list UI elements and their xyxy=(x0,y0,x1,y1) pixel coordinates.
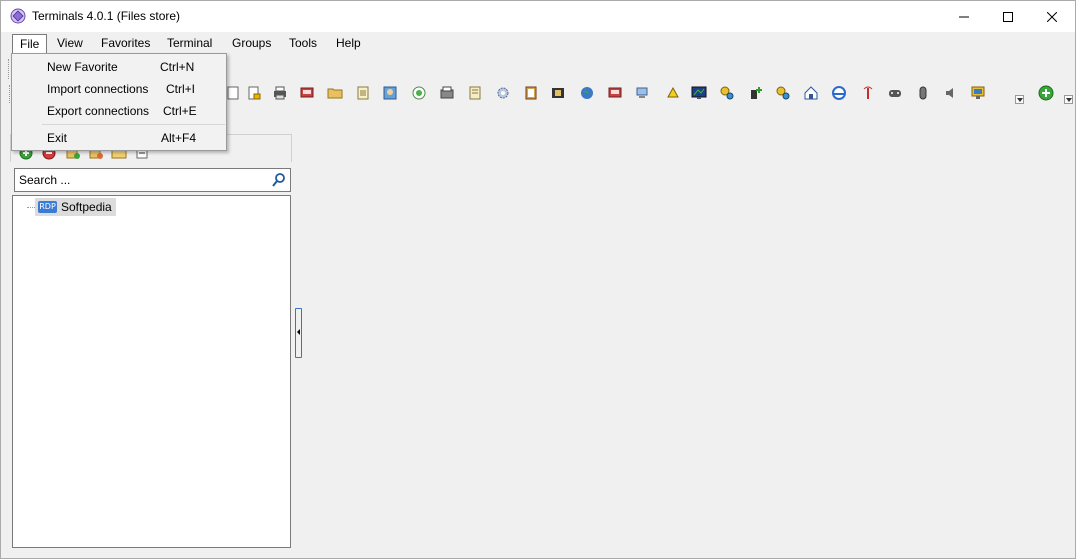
menu-groups[interactable]: Groups xyxy=(225,34,278,54)
document-icon[interactable] xyxy=(225,85,243,103)
window-title: Terminals 4.0.1 (Files store) xyxy=(32,9,181,23)
menu-item-shortcut: Ctrl+I xyxy=(166,82,196,96)
warning-icon[interactable] xyxy=(665,85,683,103)
tree-item-softpedia[interactable]: RDP Softpedia xyxy=(35,198,116,216)
monitor-icon[interactable] xyxy=(691,85,709,103)
tree-item-label: Softpedia xyxy=(61,200,112,214)
search-input[interactable] xyxy=(17,171,267,189)
search-icon[interactable] xyxy=(271,172,287,188)
menu-item-label: Import connections xyxy=(47,82,149,96)
remote-desktop-icon[interactable] xyxy=(970,85,988,103)
toolbar-overflow-dropdown-2[interactable] xyxy=(1064,95,1073,104)
menu-tools[interactable]: Tools xyxy=(282,34,324,54)
menu-import-connections[interactable]: Import connections Ctrl+I xyxy=(12,78,226,100)
menu-new-favorite[interactable]: New Favorite Ctrl+N xyxy=(12,56,226,78)
app-window: Terminals 4.0.1 (Files store) File View … xyxy=(0,0,1076,559)
file-menu-dropdown: New Favorite Ctrl+N Import connections C… xyxy=(11,53,227,151)
favorites-panel: RDP Softpedia xyxy=(10,134,296,552)
add-icon[interactable] xyxy=(1038,85,1056,103)
network-computer-icon[interactable] xyxy=(634,85,652,103)
signal-tower-icon[interactable] xyxy=(860,85,878,103)
toolbar-overflow-dropdown[interactable] xyxy=(1015,95,1024,104)
notepad-icon[interactable] xyxy=(355,85,373,103)
menu-item-shortcut: Ctrl+N xyxy=(160,60,195,74)
menu-view[interactable]: View xyxy=(50,34,90,54)
menu-bar: File View Favorites Terminal Groups Tool… xyxy=(1,32,1075,54)
mouse-icon[interactable] xyxy=(915,85,933,103)
terminals-app-icon xyxy=(10,8,26,24)
film-icon[interactable] xyxy=(550,85,568,103)
folder-network-icon[interactable] xyxy=(327,85,345,103)
menu-item-label: New Favorite xyxy=(47,60,118,74)
menu-export-connections[interactable]: Export connections Ctrl+E xyxy=(12,100,226,122)
menu-help[interactable]: Help xyxy=(329,34,368,54)
web-globe-icon[interactable] xyxy=(411,85,429,103)
menu-item-shortcut: Alt+F4 xyxy=(161,131,197,145)
gear-icon[interactable] xyxy=(495,85,513,103)
internet-explorer-icon[interactable] xyxy=(831,85,849,103)
add-device-icon[interactable] xyxy=(748,85,766,103)
ledger-icon[interactable] xyxy=(523,85,541,103)
rdp-icon: RDP xyxy=(38,201,57,213)
search-field[interactable] xyxy=(14,168,291,192)
menu-item-label: Exit xyxy=(47,131,68,145)
fax-icon[interactable] xyxy=(439,85,457,103)
printer-icon[interactable] xyxy=(272,85,290,103)
red-session-icon[interactable] xyxy=(607,85,625,103)
menu-file[interactable]: File xyxy=(12,34,48,54)
menu-exit[interactable]: Exit Alt+F4 xyxy=(12,127,226,149)
favorites-tree: RDP Softpedia xyxy=(12,195,291,548)
settings-gears-icon[interactable] xyxy=(775,85,793,103)
menu-favorites[interactable]: Favorites xyxy=(94,34,157,54)
lock-file-icon[interactable] xyxy=(246,85,264,103)
remote-user-icon[interactable] xyxy=(382,85,400,103)
script-icon[interactable] xyxy=(467,85,485,103)
title-bar: Terminals 4.0.1 (Files store) xyxy=(1,1,1075,32)
red-terminal-icon[interactable] xyxy=(299,85,317,103)
minimize-button[interactable] xyxy=(941,1,987,32)
gamepad-icon[interactable] xyxy=(887,85,905,103)
menu-item-label: Export connections xyxy=(47,104,150,118)
close-button[interactable] xyxy=(1029,1,1075,32)
home-icon[interactable] xyxy=(803,85,821,103)
maximize-button[interactable] xyxy=(985,1,1031,32)
terminal-workspace xyxy=(303,106,1075,558)
menu-item-shortcut: Ctrl+E xyxy=(163,104,197,118)
menu-terminal[interactable]: Terminal xyxy=(160,34,219,54)
earth-icon[interactable] xyxy=(579,85,597,103)
panel-collapse-splitter[interactable] xyxy=(295,308,302,358)
speaker-icon[interactable] xyxy=(943,85,961,103)
menu-separator xyxy=(42,124,225,125)
gears-icon[interactable] xyxy=(719,85,737,103)
